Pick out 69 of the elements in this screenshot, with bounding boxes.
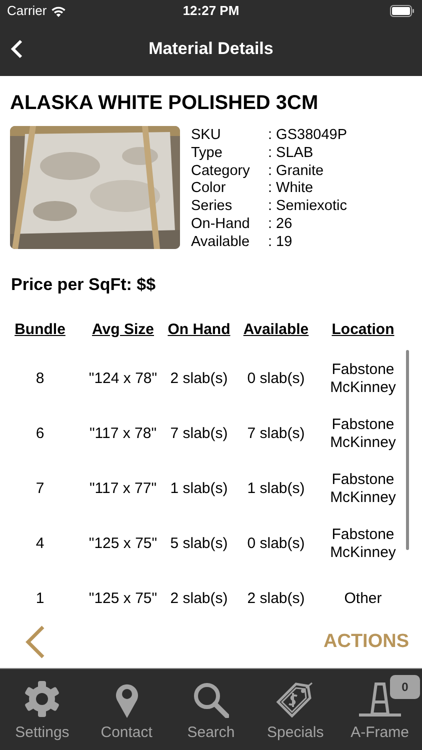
column-header: Avg Size: [92, 320, 154, 340]
detail-label: Available: [191, 234, 251, 252]
table-cell: 5 slab(s): [170, 535, 228, 554]
table-cell: 4: [36, 535, 44, 554]
table-cell: Fabstone: [332, 471, 394, 490]
detail-value: : 19: [268, 234, 294, 252]
table-cell: Fabstone: [332, 416, 394, 434]
table-cell: "117 x 78": [89, 425, 157, 444]
table-cell: 1 slab(s): [170, 480, 228, 498]
tab-bar-item[interactable]: Search: [168, 669, 254, 750]
carrier-label: Carrier: [7, 2, 47, 20]
table-cell: Fabstone: [332, 361, 394, 380]
table-cell: McKinney: [330, 434, 396, 452]
table-cell: 1 slab(s): [247, 480, 305, 498]
back-arrow-icon[interactable]: [24, 625, 46, 659]
table-cell: 8: [36, 370, 44, 388]
table-cell: 2 slab(s): [170, 370, 228, 388]
table-cell: McKinney: [330, 379, 396, 398]
table-cell: 2 slab(s): [170, 590, 228, 608]
actions-button[interactable]: ACTIONS: [324, 628, 409, 656]
detail-value: : Semiexotic: [268, 198, 347, 216]
table-cell: "125 x 75": [88, 590, 158, 608]
material-name: ALASKA WHITE POLISHED 3CM: [9, 91, 320, 116]
table-cell: McKinney: [330, 544, 396, 562]
table-cell: Other: [344, 590, 382, 608]
column-header: Bundle: [14, 320, 66, 340]
column-header: Available: [243, 320, 309, 340]
table-cell: 7 slab(s): [170, 425, 228, 444]
table-cell: 7 slab(s): [247, 425, 305, 444]
detail-value: : White: [268, 180, 314, 198]
table-cell: "117 x 77": [89, 480, 157, 498]
detail-value: : Granite: [268, 162, 325, 180]
table-cell: 2 slab(s): [247, 590, 305, 608]
table-cell: "124 x 78": [88, 370, 158, 388]
back-icon[interactable]: [10, 39, 24, 59]
column-header: Location: [332, 320, 394, 340]
table-cell: 0 slab(s): [247, 370, 305, 388]
detail-label: Color: [191, 180, 227, 198]
detail-value: : 26: [268, 216, 294, 234]
table-cell: 0 slab(s): [247, 535, 305, 554]
detail-value: : SLAB: [268, 144, 314, 163]
search-icon: [192, 682, 229, 718]
table-cell: 7: [36, 480, 44, 498]
tab-bar-item[interactable]: Contact: [84, 669, 169, 750]
map-pin-icon: [114, 682, 139, 718]
detail-value: : GS38049P: [268, 127, 347, 145]
battery-icon: [390, 5, 415, 17]
table-cell: 6: [36, 425, 44, 444]
table-cell: McKinney: [330, 489, 396, 508]
detail-label: On-Hand: [191, 216, 251, 234]
detail-label: Type: [191, 144, 224, 163]
tab-bar-item[interactable]: Settings: [0, 669, 84, 750]
price-label: Price per SqFt: $$: [10, 274, 157, 296]
detail-label: Series: [191, 198, 234, 216]
price-tag-icon: [276, 682, 314, 718]
settings-icon: [23, 680, 62, 718]
easel-icon: [358, 680, 401, 718]
detail-label: Category: [191, 162, 251, 180]
tab-bar-item[interactable]: A-Frame 0: [338, 669, 422, 750]
table-cell: 1: [36, 590, 44, 608]
table-cell: Fabstone: [332, 526, 394, 544]
table-cell: "125 x 75": [88, 535, 158, 554]
column-header: On Hand: [168, 320, 230, 340]
detail-label: SKU: [191, 127, 222, 145]
tab-bar-item[interactable]: Specials: [253, 669, 338, 750]
screen-title: Material Details: [148, 38, 274, 60]
status-time: 12:27 PM: [182, 2, 240, 20]
count-badge: 0: [390, 675, 420, 699]
wifi-icon: [50, 6, 66, 16]
